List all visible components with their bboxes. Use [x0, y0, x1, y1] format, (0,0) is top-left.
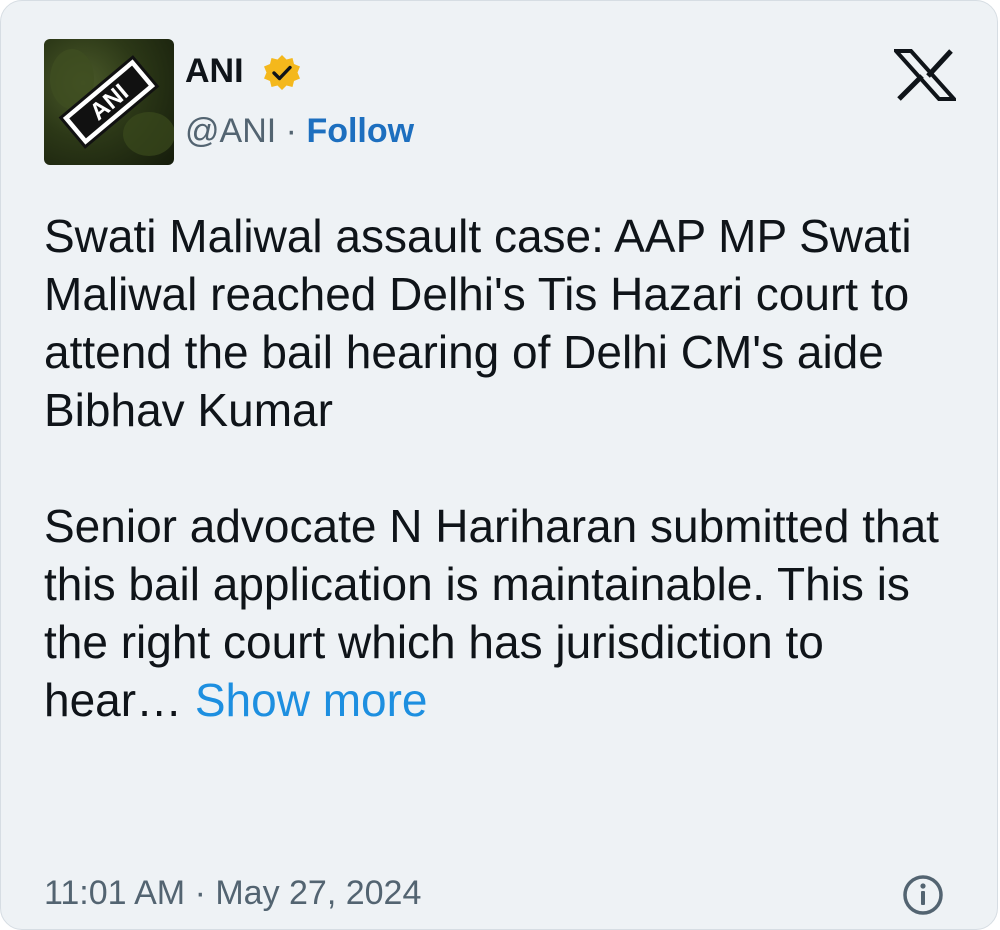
info-icon[interactable] [901, 873, 945, 917]
ani-logo-icon: ANI [50, 49, 174, 156]
follow-button[interactable]: Follow [306, 112, 414, 150]
tweet-paragraph-1: Swati Maliwal assault case: AAP MP Swati… [44, 210, 912, 436]
verified-badge-icon [264, 55, 300, 90]
tweet-body: Swati Maliwal assault case: AAP MP Swati… [44, 207, 974, 729]
x-logo-icon[interactable] [894, 49, 956, 101]
tweet-card: ANI ANI @ANI · Follow Swati Maliwal assa… [0, 0, 998, 930]
author-handle[interactable]: @ANI [185, 112, 276, 150]
author-avatar[interactable]: ANI [44, 39, 174, 165]
tweet-paragraph-2: Senior advocate N Hariharan submitted th… [44, 497, 974, 729]
author-name[interactable]: ANI [185, 51, 244, 91]
author-handle-row: @ANI · Follow [185, 111, 414, 151]
separator-dot: · [285, 112, 297, 150]
tweet-timestamp[interactable]: 11:01 AM · May 27, 2024 [44, 873, 421, 913]
show-more-link[interactable]: Show more [195, 674, 428, 726]
tweet-paragraph-2-text: Senior advocate N Hariharan submitted th… [44, 500, 939, 726]
